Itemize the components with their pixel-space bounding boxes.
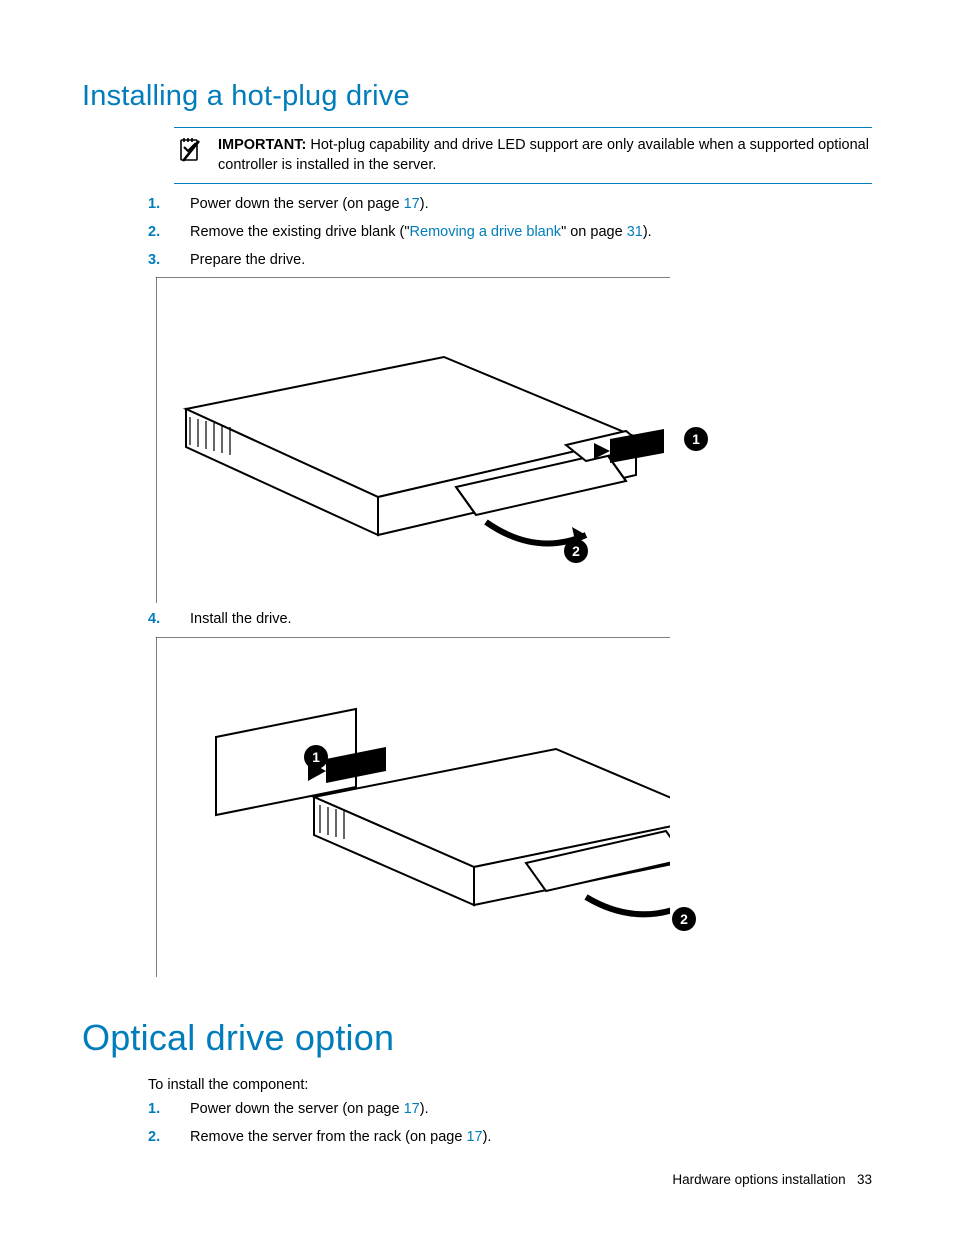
step-number: 3.: [148, 250, 190, 272]
callout-number-1: 1: [684, 427, 708, 451]
step-2: 2. Remove the existing drive blank ("Rem…: [148, 222, 872, 244]
step-text: Remove the server from the rack (on page…: [190, 1127, 491, 1149]
steps-section1: 1. Power down the server (on page 17). 2…: [148, 194, 872, 271]
page-link-31[interactable]: 31: [627, 224, 643, 240]
step-number: 2.: [148, 1127, 190, 1149]
step-1: 1. Power down the server (on page 17).: [148, 1099, 872, 1121]
important-label: IMPORTANT:: [218, 137, 306, 153]
page-footer: Hardware options installation 33: [672, 1172, 872, 1187]
steps-section2: 1. Power down the server (on page 17). 2…: [148, 1099, 872, 1149]
figure-prepare-drive: 1 2: [156, 277, 872, 603]
step-4: 4. Install the drive.: [148, 609, 872, 631]
heading-optical-drive-option: Optical drive option: [82, 1017, 872, 1059]
document-page: Installing a hot-plug drive IMPORTANT: H…: [0, 0, 954, 1235]
note-icon: [174, 136, 218, 169]
step-text: Prepare the drive.: [190, 250, 305, 272]
footer-section: Hardware options installation: [672, 1172, 845, 1187]
step-text: Power down the server (on page 17).: [190, 194, 429, 216]
step-number: 4.: [148, 609, 190, 631]
step-3: 3. Prepare the drive.: [148, 250, 872, 272]
important-callout: IMPORTANT: Hot-plug capability and drive…: [174, 127, 872, 184]
important-text: Hot-plug capability and drive LED suppor…: [218, 137, 869, 173]
xref-removing-drive-blank[interactable]: Removing a drive blank: [410, 224, 562, 240]
figure-install-drive: 1 2: [156, 637, 872, 977]
steps-section1b: 4. Install the drive.: [148, 609, 872, 631]
step-text: Install the drive.: [190, 609, 292, 631]
page-link-17[interactable]: 17: [404, 1101, 420, 1117]
step-number: 1.: [148, 1099, 190, 1121]
step-text: Remove the existing drive blank ("Removi…: [190, 222, 652, 244]
important-callout-body: IMPORTANT: Hot-plug capability and drive…: [218, 136, 872, 175]
footer-page-number: 33: [857, 1172, 872, 1187]
callout-number-1: 1: [304, 745, 328, 769]
callout-number-2: 2: [672, 907, 696, 931]
step-1: 1. Power down the server (on page 17).: [148, 194, 872, 216]
step-number: 2.: [148, 222, 190, 244]
step-number: 1.: [148, 194, 190, 216]
page-link-17[interactable]: 17: [466, 1129, 482, 1145]
step-text: Power down the server (on page 17).: [190, 1099, 429, 1121]
step-2: 2. Remove the server from the rack (on p…: [148, 1127, 872, 1149]
intro-text: To install the component:: [148, 1077, 872, 1093]
heading-installing-hot-plug-drive: Installing a hot-plug drive: [82, 80, 872, 113]
callout-number-2: 2: [564, 539, 588, 563]
page-link-17[interactable]: 17: [404, 196, 420, 212]
